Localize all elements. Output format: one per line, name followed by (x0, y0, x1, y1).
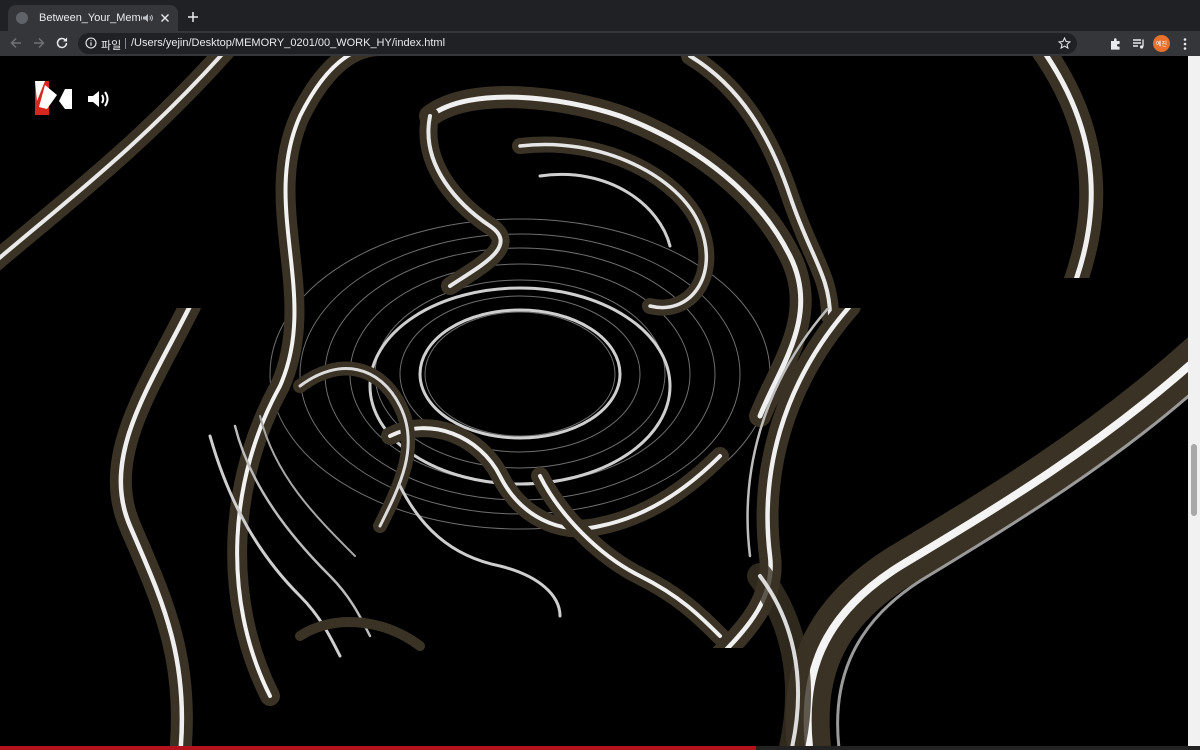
url-scheme-label: 파일 (101, 40, 122, 52)
scrollbar-thumb[interactable] (1191, 444, 1197, 516)
progress-track (0, 746, 1200, 750)
browser-tab[interactable]: Between_Your_Memories (8, 5, 178, 31)
extensions-puzzle-icon[interactable] (1109, 37, 1123, 51)
globe-icon (16, 12, 28, 24)
page-viewport (0, 56, 1188, 746)
chrome-swirl-artwork (0, 56, 1188, 746)
tab-title: Between_Your_Memories (39, 12, 142, 24)
vertical-scrollbar[interactable] (1188, 56, 1200, 746)
progress-fill (0, 746, 756, 750)
tab-strip: Between_Your_Memories (0, 0, 1200, 31)
close-icon[interactable] (160, 13, 170, 23)
tab-audio-icon[interactable] (142, 12, 154, 24)
speaker-volume-icon[interactable] (87, 89, 111, 109)
url-divider (125, 38, 126, 49)
bookmark-star-icon[interactable] (1058, 37, 1071, 50)
browser-toolbar: 파일 /Users/yejin/Desktop/MEMORY_0201/00_W… (0, 31, 1200, 56)
info-icon[interactable] (85, 37, 97, 49)
brand-logo-icon[interactable] (35, 79, 75, 117)
new-tab-icon[interactable] (186, 10, 200, 24)
menu-kebab-icon[interactable] (1178, 37, 1192, 51)
media-queue-icon[interactable] (1132, 37, 1146, 51)
reload-icon[interactable] (55, 36, 69, 50)
forward-arrow-icon[interactable] (32, 36, 46, 50)
profile-avatar[interactable]: 예진 (1153, 35, 1170, 52)
url-text[interactable]: /Users/yejin/Desktop/MEMORY_0201/00_WORK… (131, 37, 445, 49)
address-bar[interactable]: 파일 /Users/yejin/Desktop/MEMORY_0201/00_W… (78, 33, 1077, 54)
back-arrow-icon[interactable] (9, 36, 23, 50)
